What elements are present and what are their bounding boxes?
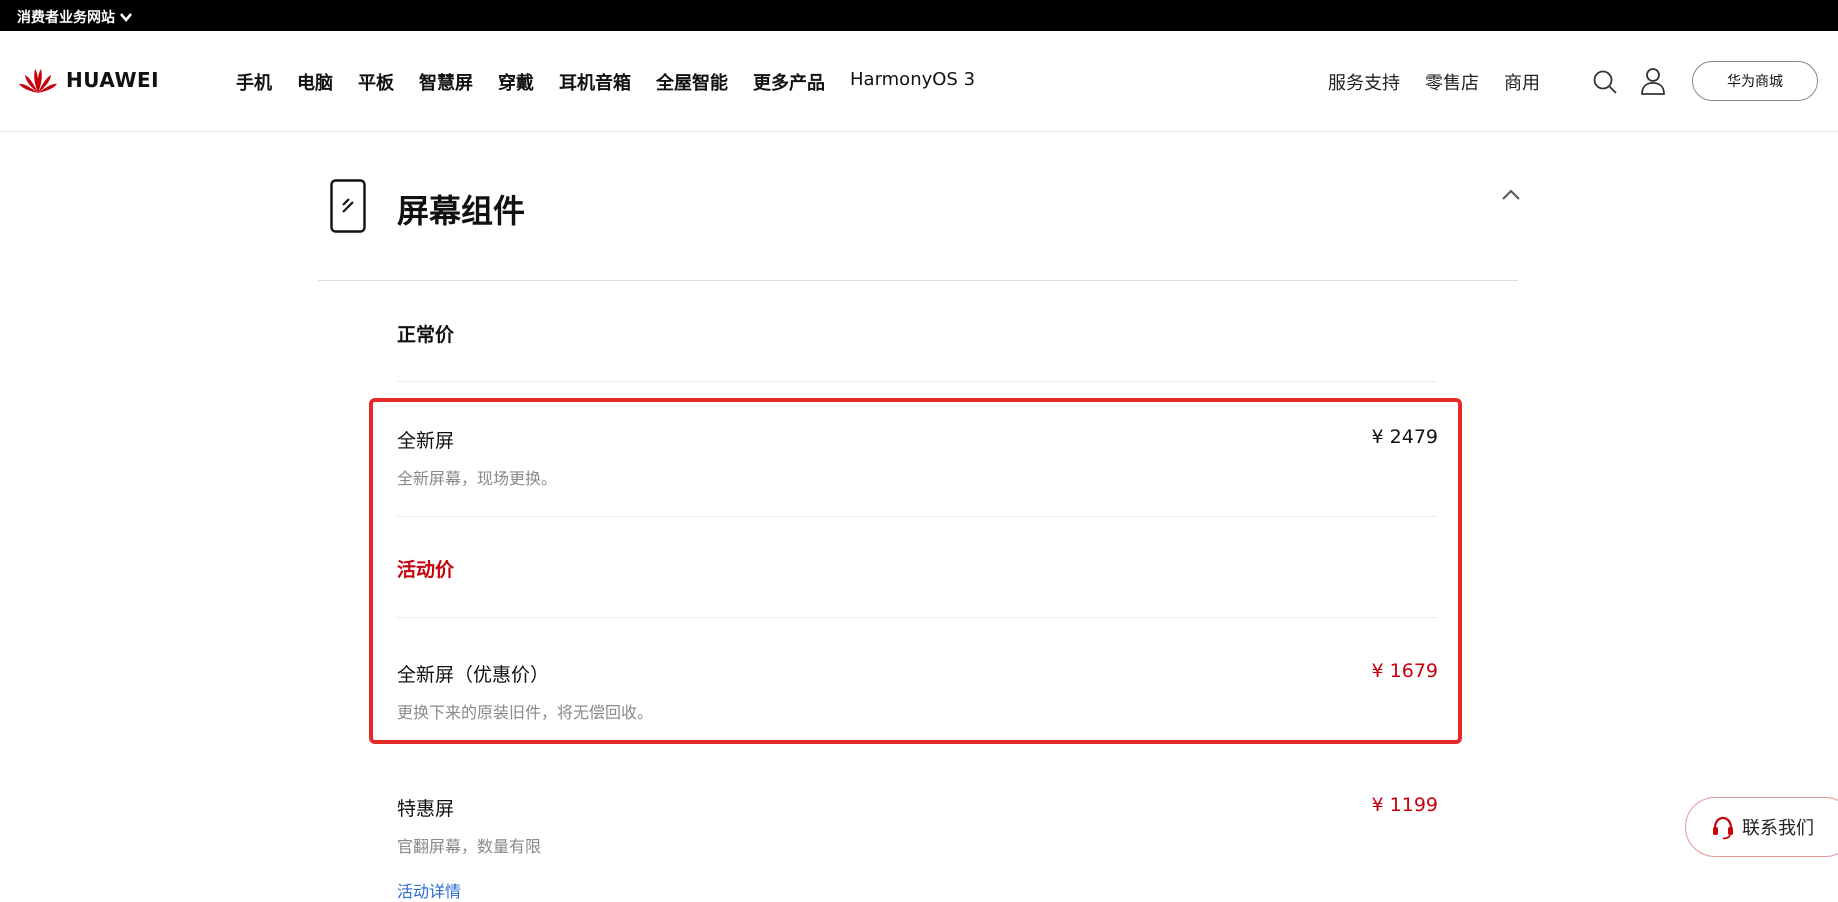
divider: [397, 617, 1437, 618]
phone-screen-icon: [330, 179, 366, 233]
link-retail-store[interactable]: 零售店: [1425, 69, 1479, 95]
utility-links: 服务支持 零售店 商用: [1328, 69, 1565, 95]
consumer-site-switcher[interactable]: 消费者业务网站: [17, 7, 133, 27]
nav-computers[interactable]: 电脑: [297, 69, 333, 95]
item-desc-new-screen: 全新屏幕，现场更换。: [397, 469, 558, 488]
item-desc-discount-screen: 更换下来的原装旧件，将无偿回收。: [397, 703, 654, 722]
item-price-discount-screen: ¥ 1679: [1371, 660, 1438, 682]
divider: [397, 381, 1437, 382]
top-strip: 消费者业务网站: [0, 0, 1838, 31]
nav-wearables[interactable]: 穿戴: [498, 69, 534, 95]
item-price-new-screen: ¥ 2479: [1371, 426, 1438, 448]
user-icon[interactable]: [1640, 67, 1666, 95]
vmall-button[interactable]: 华为商城: [1692, 61, 1818, 101]
normal-price-label: 正常价: [397, 324, 455, 346]
nav-more-products[interactable]: 更多产品: [753, 69, 825, 95]
brand-wordmark: HUAWEI: [66, 68, 160, 92]
item-title-special-screen: 特惠屏: [397, 798, 455, 820]
search-icon[interactable]: [1592, 69, 1618, 95]
section-divider: [318, 280, 1518, 281]
item-desc-special-screen: 官翻屏幕，数量有限: [397, 837, 542, 856]
nav-smart-home[interactable]: 全屋智能: [656, 69, 728, 95]
contact-us-label: 联系我们: [1742, 818, 1814, 839]
chevron-up-icon[interactable]: [1500, 184, 1522, 206]
contact-us-button[interactable]: 联系我们: [1685, 797, 1838, 857]
item-title-discount-screen: 全新屏（优惠价）: [397, 664, 550, 686]
section-title: 屏幕组件: [397, 192, 526, 230]
nav-phones[interactable]: 手机: [236, 69, 272, 95]
nav-tablets[interactable]: 平板: [358, 69, 394, 95]
nav-harmonyos[interactable]: HarmonyOS 3: [850, 69, 975, 95]
item-price-special-screen: ¥ 1199: [1371, 794, 1438, 816]
activity-details-link[interactable]: 活动详情: [397, 878, 461, 902]
main-header: HUAWEI 手机 电脑 平板 智慧屏 穿戴 耳机音箱 全屋智能 更多产品 Ha…: [0, 31, 1838, 132]
huawei-flower-icon: [19, 69, 57, 93]
main-nav: 手机 电脑 平板 智慧屏 穿戴 耳机音箱 全屋智能 更多产品 HarmonyOS…: [236, 69, 1000, 95]
highlight-box: [369, 398, 1462, 744]
headset-icon: [1713, 816, 1733, 840]
activity-price-label: 活动价: [397, 559, 455, 581]
item-title-new-screen: 全新屏: [397, 430, 455, 452]
nav-smart-screen[interactable]: 智慧屏: [419, 69, 473, 95]
link-support[interactable]: 服务支持: [1328, 69, 1400, 95]
site-label: 消费者业务网站: [17, 10, 115, 26]
link-enterprise[interactable]: 商用: [1504, 69, 1540, 95]
chevron-down-icon: [120, 13, 132, 23]
nav-audio[interactable]: 耳机音箱: [559, 69, 631, 95]
huawei-logo[interactable]: HUAWEI: [18, 65, 159, 95]
divider: [397, 516, 1437, 517]
